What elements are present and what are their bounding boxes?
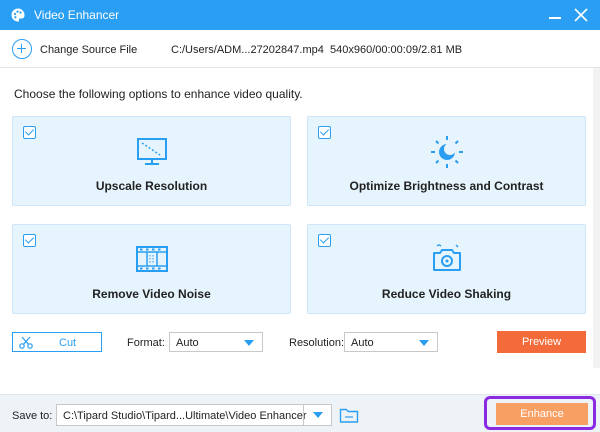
- optimize-brightness-checkbox[interactable]: [318, 126, 331, 139]
- save-path-value: C:\Tipard Studio\Tipard...Ultimate\Video…: [63, 410, 307, 422]
- save-path-field[interactable]: C:\Tipard Studio\Tipard...Ultimate\Video…: [56, 404, 332, 426]
- close-icon[interactable]: [570, 4, 592, 26]
- resolution-label: Resolution:: [289, 337, 345, 349]
- cut-button[interactable]: Cut: [12, 332, 102, 352]
- source-file-path: C:/Users/ADM...27202847.mp4: [171, 44, 324, 56]
- enhance-button[interactable]: Enhance: [496, 403, 588, 425]
- film-strip-icon: [135, 246, 168, 272]
- option-reduce-video-shaking[interactable]: Reduce Video Shaking: [307, 224, 586, 314]
- resolution-select[interactable]: Auto: [344, 332, 438, 352]
- add-file-icon[interactable]: [12, 39, 32, 59]
- source-file-info: 540x960/00:00:09/2.81 MB: [330, 44, 463, 56]
- reduce-shaking-label: Reduce Video Shaking: [381, 287, 512, 301]
- remove-noise-checkbox[interactable]: [23, 234, 36, 247]
- option-upscale-resolution[interactable]: Upscale Resolution: [12, 116, 291, 206]
- title-bar: Video Enhancer: [0, 0, 600, 30]
- save-path-dropdown[interactable]: [303, 405, 331, 425]
- scissors-icon: [19, 336, 33, 349]
- window-title: Video Enhancer: [34, 8, 120, 22]
- folder-icon[interactable]: [339, 406, 359, 424]
- minimize-button[interactable]: [544, 2, 566, 28]
- cut-label: Cut: [59, 337, 77, 349]
- instruction-text: Choose the following options to enhance …: [14, 87, 303, 101]
- option-remove-video-noise[interactable]: Remove Video Noise: [12, 224, 291, 314]
- shaky-camera-icon: [432, 244, 461, 271]
- chevron-down-icon: [244, 340, 254, 346]
- preview-button[interactable]: Preview: [497, 331, 586, 353]
- chevron-down-icon: [419, 340, 429, 346]
- optimize-brightness-label: Optimize Brightness and Contrast: [349, 179, 544, 193]
- scrollbar[interactable]: [593, 68, 600, 368]
- upscale-monitor-icon: [136, 138, 167, 165]
- upscale-resolution-label: Upscale Resolution: [95, 179, 208, 193]
- option-optimize-brightness[interactable]: Optimize Brightness and Contrast: [307, 116, 586, 206]
- palette-icon: [11, 8, 25, 22]
- brightness-sun-icon: [430, 136, 463, 168]
- upscale-resolution-checkbox[interactable]: [23, 126, 36, 139]
- remove-noise-label: Remove Video Noise: [92, 287, 211, 301]
- reduce-shaking-checkbox[interactable]: [318, 234, 331, 247]
- format-label: Format:: [127, 337, 165, 349]
- change-source-file-button[interactable]: Change Source File: [40, 44, 137, 56]
- save-to-label: Save to:: [12, 410, 53, 422]
- format-value: Auto: [176, 337, 199, 349]
- source-file-bar: Change Source File C:/Users/ADM...272028…: [0, 30, 600, 68]
- format-select[interactable]: Auto: [169, 332, 263, 352]
- resolution-value: Auto: [351, 337, 374, 349]
